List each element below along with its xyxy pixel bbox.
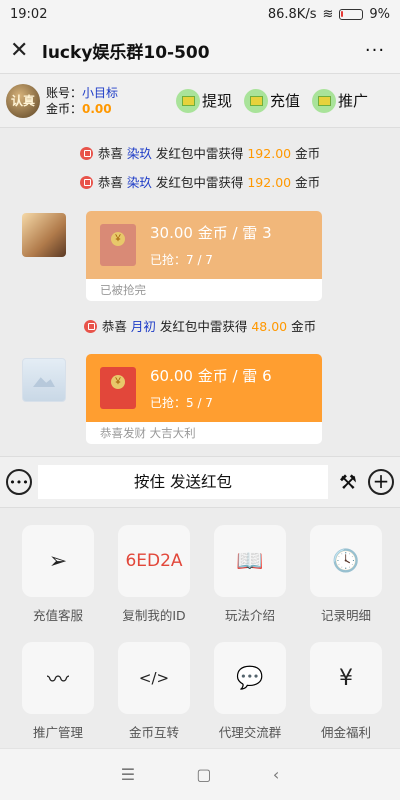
red-packet-message[interactable]: 30.00 金币 / 雷 3 已抢：7 / 7 已被抢完 [86, 211, 322, 301]
notice-text: 发红包中雷获得 [151, 175, 248, 190]
clock-icon: 🕓 [310, 525, 382, 597]
grid-item-label: 玩法介绍 [224, 608, 275, 623]
red-packet-icon [79, 176, 93, 189]
notice-text: 发红包中雷获得 [151, 146, 248, 161]
input-bar: ••• 按住 发送红包 ⚒ + [0, 456, 400, 508]
back-icon[interactable]: ‹ [273, 765, 279, 784]
status-bar: 19:02 86.8K/s ≋ 9% [0, 0, 400, 28]
wechat-icon: 💬 [214, 642, 286, 714]
notice-user[interactable]: 染玖 [127, 175, 152, 190]
grid-item-records[interactable]: 🕓 记录明细 [298, 525, 394, 624]
menu-icon[interactable]: ☰ [121, 765, 135, 784]
promote-label: 推广 [338, 92, 369, 110]
grid-item-recharge-service[interactable]: ➢ 充值客服 [10, 525, 106, 624]
pulse-icon: 〰 [22, 642, 94, 714]
withdraw-icon [176, 88, 200, 113]
packet-footer: 恭喜发财 大吉大利 [86, 422, 322, 444]
coin-value: 0.00 [82, 101, 112, 116]
paper-plane-icon: ➢ [22, 525, 94, 597]
system-nav-bar: ☰ ▢ ‹ [0, 748, 400, 800]
grid-item-promotion[interactable]: 〰 推广管理 [10, 642, 106, 741]
grid-item-label: 金币互转 [128, 725, 179, 740]
yen-icon: ¥ [310, 642, 382, 714]
status-time: 19:02 [10, 6, 48, 22]
network-speed: 86.8K/s [267, 6, 317, 22]
account-bar: 认真 账号：小目标 金币：0.00 提现 充值 推广 [0, 74, 400, 128]
page-title: lucky娱乐群10-500 [42, 43, 210, 63]
red-envelope-icon [100, 367, 136, 409]
sender-avatar[interactable] [22, 213, 66, 257]
notice-user[interactable]: 月初 [131, 319, 156, 334]
account-label: 账号： [46, 85, 83, 100]
tools-icon[interactable]: ⚒ [334, 470, 362, 494]
red-envelope-icon [100, 224, 136, 266]
grid-item-copy-id[interactable]: 6ED2A 复制我的ID [106, 525, 202, 624]
red-packet-message[interactable]: 60.00 金币 / 雷 6 已抢：5 / 7 恭喜发财 大吉大利 [86, 354, 322, 444]
notice-amount: 192.00 [247, 146, 292, 161]
notice-unit: 金币 [291, 175, 321, 190]
notice-text: 恭喜 [97, 146, 127, 161]
book-icon: 📖 [214, 525, 286, 597]
red-packet-icon [83, 320, 97, 333]
withdraw-label: 提现 [202, 92, 233, 110]
notice-text: 发红包中雷获得 [155, 319, 252, 334]
home-icon[interactable]: ▢ [196, 765, 211, 784]
battery-percent: 9% [369, 6, 390, 22]
plus-icon[interactable]: + [368, 469, 394, 495]
packet-grabbed: 已抢：7 / 7 [150, 253, 213, 267]
notice-unit: 金币 [287, 319, 317, 334]
notice-amount: 48.00 [251, 319, 288, 334]
title-bar: ✕ lucky娱乐群10-500 ··· [0, 28, 400, 74]
sender-avatar[interactable] [22, 358, 66, 402]
battery-fill [341, 10, 344, 17]
avatar[interactable]: 认真 [6, 83, 40, 118]
account-name[interactable]: 小目标 [82, 86, 118, 100]
notice-user[interactable]: 染玖 [127, 146, 152, 161]
grid-item-rules[interactable]: 📖 玩法介绍 [202, 525, 298, 624]
voice-icon[interactable]: ••• [6, 469, 32, 495]
system-notice: 恭喜 月初 发红包中雷获得 48.00 金币 [0, 316, 400, 335]
grid-item-label: 佣金福利 [320, 725, 371, 740]
packet-title: 60.00 金币 / 雷 6 [150, 367, 272, 385]
packet-grabbed: 已抢：5 / 7 [150, 396, 213, 410]
grid-item-label: 代理交流群 [218, 725, 282, 740]
notice-text: 恭喜 [101, 319, 131, 334]
battery-icon [339, 8, 364, 20]
promote-button[interactable]: 推广 [312, 88, 369, 113]
system-notice: 恭喜 染玖 发红包中雷获得 192.00 金币 [0, 172, 400, 191]
recharge-button[interactable]: 充值 [244, 88, 301, 113]
close-icon[interactable]: ✕ [10, 38, 36, 63]
packet-footer: 已被抢完 [86, 279, 322, 301]
more-icon[interactable]: ··· [360, 40, 390, 61]
recharge-icon [244, 88, 269, 113]
wifi-icon: ≋ [322, 6, 334, 22]
red-packet-icon [79, 147, 93, 160]
grid-item-label: 充值客服 [32, 608, 83, 623]
promote-icon [312, 88, 337, 113]
id-text: 6ED2A [118, 525, 190, 597]
coin-label: 金币： [46, 101, 83, 116]
grid-item-transfer[interactable]: </> 金币互转 [106, 642, 202, 741]
recharge-label: 充值 [270, 92, 301, 110]
packet-title: 30.00 金币 / 雷 3 [150, 224, 272, 242]
notice-amount: 192.00 [247, 175, 292, 190]
account-info: 账号：小目标 金币：0.00 [46, 85, 164, 117]
grid-item-commission[interactable]: ¥ 佣金福利 [298, 642, 394, 741]
system-notice: 恭喜 染玖 发红包中雷获得 192.00 金币 [0, 143, 400, 162]
grid-item-label: 记录明细 [320, 608, 371, 623]
notice-unit: 金币 [291, 146, 321, 161]
notice-text: 恭喜 [97, 175, 127, 190]
grid-item-label: 推广管理 [32, 725, 83, 740]
code-icon: </> [118, 642, 190, 714]
grid-item-label: 复制我的ID [122, 608, 186, 623]
chat-area[interactable]: 恭喜 染玖 发红包中雷获得 192.00 金币 恭喜 染玖 发红包中雷获得 19… [0, 128, 400, 456]
withdraw-button[interactable]: 提现 [176, 88, 233, 113]
hold-to-send-button[interactable]: 按住 发送红包 [38, 465, 328, 499]
grid-item-agent-group[interactable]: 💬 代理交流群 [202, 642, 298, 741]
function-panel: ➢ 充值客服 6ED2A 复制我的ID 📖 玩法介绍 🕓 记录明细 〰 推广管理… [0, 508, 400, 748]
